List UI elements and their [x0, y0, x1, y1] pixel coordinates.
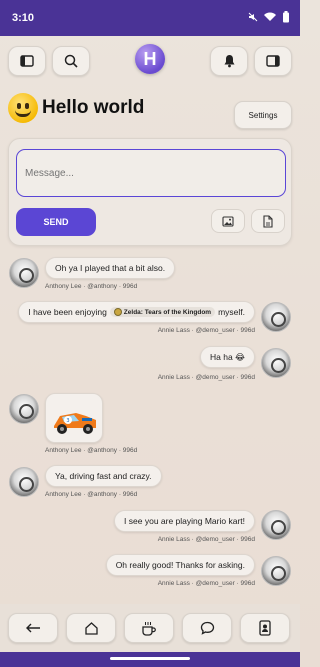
coffee-button[interactable]: [124, 613, 174, 643]
top-nav: H: [0, 40, 300, 84]
message-image[interactable]: 3: [45, 393, 103, 443]
app-logo[interactable]: H: [135, 44, 165, 74]
message-bubble[interactable]: Oh ya I played that a bit also.: [45, 257, 176, 279]
image-icon: [222, 215, 234, 227]
message-text: myself.: [218, 307, 245, 317]
send-button[interactable]: SEND: [16, 208, 96, 236]
status-bar: 3:10: [0, 0, 300, 36]
coffee-icon: [142, 621, 156, 636]
message-composer: SEND: [8, 138, 292, 246]
avatar[interactable]: [261, 556, 291, 586]
race-car-icon: 3: [54, 413, 96, 434]
search-button[interactable]: [52, 46, 90, 76]
message-bubble[interactable]: Ha ha 😂: [200, 346, 255, 368]
message-feed[interactable]: Oh ya I played that a bit also. Anthony …: [0, 252, 300, 602]
message-bubble[interactable]: Ya, driving fast and crazy.: [45, 465, 162, 487]
message-meta: Annie Lass · @demo_user · 996d: [157, 327, 255, 334]
sidebar-left-icon: [20, 55, 34, 67]
message-input[interactable]: [16, 149, 286, 197]
avatar[interactable]: [261, 348, 291, 378]
game-icon: [113, 308, 122, 316]
attach-file-button[interactable]: [251, 209, 285, 233]
message-bubble[interactable]: I have been enjoying Zelda: Tears of the…: [18, 301, 255, 323]
gesture-bar: [0, 652, 300, 667]
bottom-nav: [0, 604, 300, 652]
toggle-right-sidebar-button[interactable]: [254, 46, 292, 76]
avatar[interactable]: [261, 510, 291, 540]
message-bubble[interactable]: Oh really good! Thanks for asking.: [105, 554, 255, 576]
back-button[interactable]: [8, 613, 58, 643]
status-time: 3:10: [12, 12, 35, 24]
grinning-face-icon: [8, 93, 38, 123]
mute-icon: [248, 12, 258, 22]
contacts-button[interactable]: [240, 613, 290, 643]
greeting: Hello world: [8, 92, 144, 124]
bell-icon: [224, 55, 234, 68]
wifi-icon: [264, 12, 276, 21]
avatar[interactable]: [9, 258, 39, 288]
avatar[interactable]: [9, 394, 39, 424]
attach-image-button[interactable]: [211, 209, 245, 233]
sidebar-right-icon: [266, 55, 280, 67]
greeting-text: Hello world: [42, 97, 145, 118]
contact-card-icon: [259, 620, 271, 636]
message-meta: Annie Lass · @demo_user · 996d: [157, 580, 255, 587]
toggle-left-sidebar-button[interactable]: [8, 46, 46, 76]
message-meta: Annie Lass · @demo_user · 996d: [157, 374, 255, 381]
search-icon: [64, 54, 78, 68]
svg-text:3: 3: [66, 418, 69, 424]
file-icon: [263, 214, 273, 228]
messages-button[interactable]: [182, 613, 232, 643]
notifications-button[interactable]: [210, 46, 248, 76]
status-icons: [248, 11, 290, 23]
message-meta: Annie Lass · @demo_user · 996d: [157, 536, 255, 543]
battery-icon: [283, 11, 289, 23]
home-icon: [84, 622, 98, 635]
message-bubble[interactable]: I see you are playing Mario kart!: [114, 510, 255, 532]
home-button[interactable]: [66, 613, 116, 643]
back-arrow-icon: [26, 623, 40, 633]
game-chip-label: Zelda: Tears of the Kingdom: [123, 308, 212, 316]
message-meta: Anthony Lee · @anthony · 996d: [45, 491, 138, 498]
game-chip[interactable]: Zelda: Tears of the Kingdom: [109, 307, 216, 317]
message-meta: Anthony Lee · @anthony · 996d: [45, 447, 138, 454]
avatar[interactable]: [9, 467, 39, 497]
gesture-handle[interactable]: [110, 657, 190, 660]
message-meta: Anthony Lee · @anthony · 996d: [45, 283, 138, 290]
avatar[interactable]: [261, 302, 291, 332]
chat-bubble-icon: [200, 621, 214, 635]
settings-button[interactable]: Settings: [234, 101, 292, 129]
message-text: I have been enjoying: [28, 307, 107, 317]
